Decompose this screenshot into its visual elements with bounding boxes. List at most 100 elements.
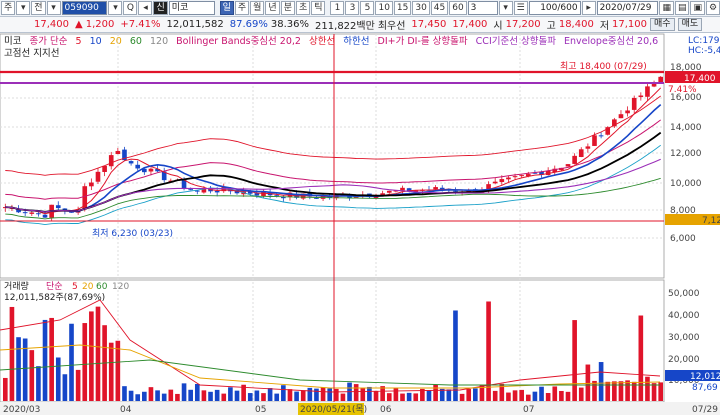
date-label: 05 bbox=[255, 405, 266, 415]
volume-bar bbox=[446, 389, 452, 401]
volume-bar bbox=[228, 387, 233, 401]
volume-bar bbox=[552, 386, 558, 401]
volume-bar bbox=[2, 377, 8, 401]
volume-bar bbox=[122, 386, 127, 401]
volume-bar bbox=[638, 315, 644, 401]
volume-bar bbox=[320, 387, 326, 401]
volume-bar bbox=[651, 383, 657, 401]
volume-bar bbox=[287, 389, 293, 401]
volume-bar bbox=[69, 323, 74, 401]
volume-bar bbox=[598, 362, 604, 401]
ref-price-axis: 7,12 bbox=[702, 216, 720, 226]
candle-body bbox=[598, 135, 604, 137]
volume-bar bbox=[115, 340, 121, 401]
volume-bar bbox=[466, 389, 472, 401]
candle-body bbox=[499, 179, 505, 182]
volume-bar bbox=[340, 393, 346, 401]
candle-body bbox=[592, 135, 597, 146]
volume-bar bbox=[592, 380, 597, 401]
volume-bar bbox=[161, 393, 167, 401]
volume-bar bbox=[353, 384, 359, 401]
candle-body bbox=[135, 164, 141, 169]
volume-ma-20: 20 bbox=[82, 282, 94, 292]
candle-body bbox=[572, 155, 577, 164]
candle-body bbox=[658, 76, 664, 83]
volume-bar bbox=[135, 394, 141, 401]
volume-bar bbox=[314, 388, 319, 401]
candle-body bbox=[631, 97, 637, 110]
volume-bar bbox=[62, 374, 68, 401]
volume-bar bbox=[75, 369, 81, 401]
volume-bar bbox=[578, 387, 584, 401]
volume-tick: 50,000 bbox=[668, 289, 700, 299]
volume-ma-title: 단순 bbox=[46, 281, 63, 292]
chart-area[interactable]: 최고 18,400 (07/29) 최저 6,230 (03/23) 18,00… bbox=[0, 0, 720, 415]
candle-body bbox=[618, 114, 624, 119]
volume-bar bbox=[95, 306, 101, 401]
volume-bar bbox=[208, 391, 213, 401]
current-pct-axis: 7.41% bbox=[668, 85, 697, 95]
volume-tick: 40,000 bbox=[668, 311, 700, 321]
min-price-annotation: 최저 6,230 (03/23) bbox=[92, 228, 173, 239]
candle-body bbox=[453, 190, 458, 192]
candle-body bbox=[492, 181, 498, 184]
volume-bar bbox=[539, 386, 544, 401]
volume-bar bbox=[367, 386, 372, 401]
price-tick: 12,000 bbox=[670, 149, 702, 159]
candle-body bbox=[29, 212, 35, 214]
candle-body bbox=[506, 177, 511, 180]
volume-bar bbox=[473, 388, 478, 401]
volume-bar bbox=[386, 393, 392, 401]
volume-bar bbox=[333, 388, 339, 401]
volume-bar bbox=[565, 391, 571, 401]
candle-body bbox=[386, 190, 392, 193]
candle-body bbox=[115, 150, 121, 155]
candle-body bbox=[433, 187, 438, 190]
volume-bar bbox=[89, 311, 94, 401]
volume-bar bbox=[9, 306, 15, 401]
volume-bar bbox=[175, 393, 180, 401]
volume-bar bbox=[393, 388, 399, 401]
volume-tick: 30,000 bbox=[668, 333, 700, 343]
date-label: 06 bbox=[380, 405, 392, 415]
volume-bar bbox=[612, 381, 617, 401]
volume-bar bbox=[327, 388, 333, 401]
candle-body bbox=[214, 190, 220, 193]
volume-ma-5: 5 bbox=[72, 282, 78, 292]
bollinger-upper-line bbox=[5, 95, 661, 176]
volume-bar bbox=[281, 385, 286, 401]
volume-bar bbox=[512, 390, 518, 401]
candle-body bbox=[89, 182, 94, 187]
candle-body bbox=[585, 146, 591, 149]
volume-bar bbox=[413, 393, 419, 401]
volume-bar bbox=[426, 390, 432, 401]
current-volume-axis: 12,012 bbox=[690, 372, 720, 382]
candle-body bbox=[42, 214, 48, 218]
candle-body bbox=[400, 187, 405, 191]
volume-bar bbox=[406, 392, 412, 401]
date-label: 2020/03 bbox=[3, 405, 40, 415]
candle-body bbox=[638, 95, 644, 98]
candle-body bbox=[36, 213, 41, 215]
volume-bar bbox=[433, 384, 438, 401]
volume-bar bbox=[168, 389, 174, 401]
volume-bar bbox=[29, 350, 35, 401]
volume-ma-120: 120 bbox=[112, 282, 129, 292]
volume-bar bbox=[234, 390, 240, 401]
current-price-axis: 17,400 bbox=[684, 74, 716, 84]
candle-body bbox=[128, 161, 134, 164]
volume-bar bbox=[532, 391, 538, 401]
volume-bar bbox=[108, 342, 114, 401]
candle-body bbox=[314, 197, 319, 199]
price-tick: 14,000 bbox=[670, 123, 702, 133]
date-label: 07 bbox=[523, 405, 534, 415]
volume-pct-axis: 87,69 bbox=[692, 383, 718, 393]
volume-bar bbox=[36, 366, 41, 401]
candle-body bbox=[55, 205, 61, 209]
volume-bar bbox=[194, 383, 200, 401]
candle-body bbox=[512, 176, 518, 178]
volume-bar bbox=[545, 393, 551, 401]
volume-bar bbox=[261, 393, 266, 401]
candle-body bbox=[22, 212, 28, 214]
volume-bar bbox=[267, 388, 273, 401]
